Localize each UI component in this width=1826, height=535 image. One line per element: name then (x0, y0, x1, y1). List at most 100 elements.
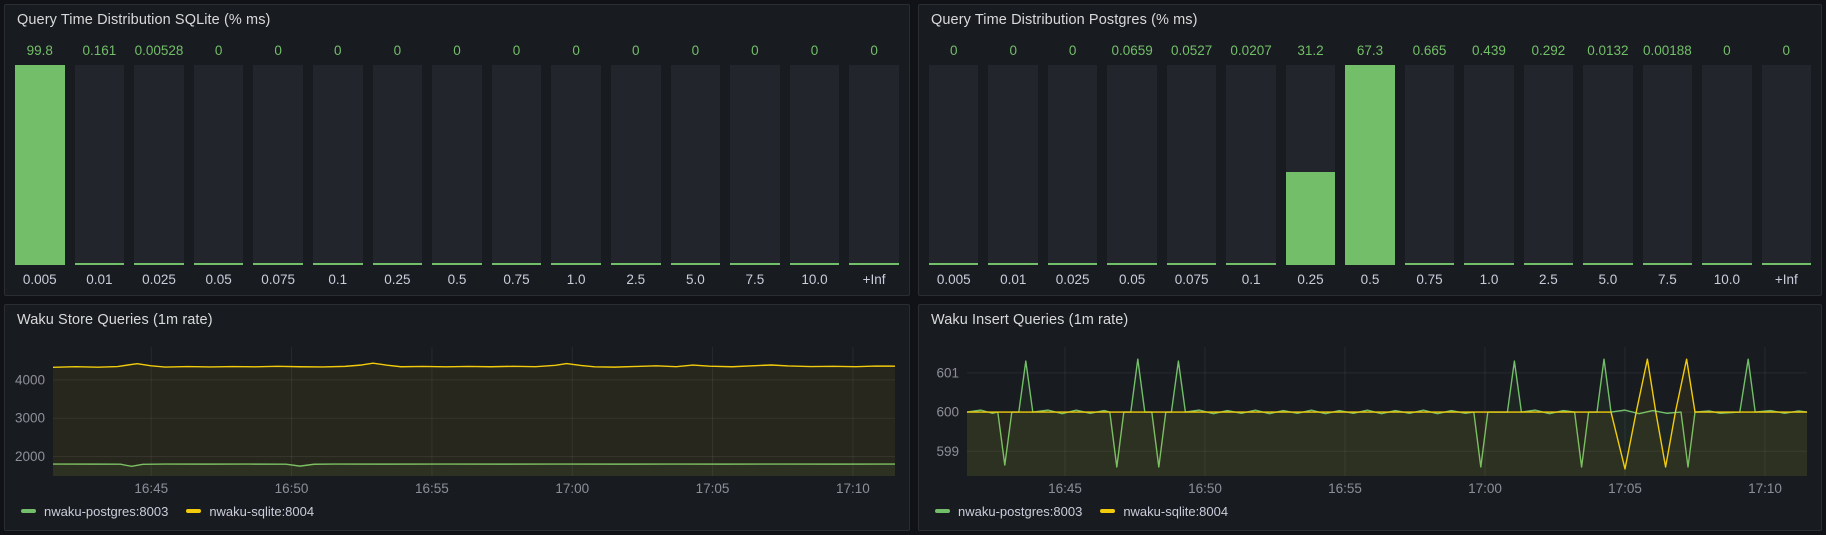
bucket-label: 0.1 (313, 265, 363, 289)
histogram-bar (432, 65, 482, 265)
bar-value-label: 0.0659 (1107, 35, 1156, 65)
time-series-plot[interactable]: 59960060116:4516:5016:5517:0017:0517:10 (919, 335, 1821, 500)
legend-item-nwaku-sqlite:8004[interactable]: nwaku-sqlite:8004 (186, 504, 314, 519)
panel-query-time-distribution-postgres: Query Time Distribution Postgres (% ms) … (918, 4, 1822, 296)
legend-label: nwaku-postgres:8003 (44, 504, 168, 519)
bucket-label: 0.25 (373, 265, 423, 289)
bucket-label: 0.075 (1167, 265, 1216, 289)
x-axis-tick-label: 17:10 (836, 481, 870, 496)
grafana-dashboard: Query Time Distribution SQLite (% ms) 99… (0, 0, 1826, 535)
legend-item-nwaku-postgres:8003[interactable]: nwaku-postgres:8003 (935, 504, 1082, 519)
bar-value-label: 0 (671, 35, 721, 65)
histogram-bar-fill (1583, 263, 1632, 265)
histogram-bar-fill (1643, 263, 1692, 265)
legend-item-nwaku-postgres:8003[interactable]: nwaku-postgres:8003 (21, 504, 168, 519)
panel-title-postgres-histogram[interactable]: Query Time Distribution Postgres (% ms) (919, 5, 1821, 35)
legend-swatch (1100, 509, 1115, 513)
bucket-label: 0.05 (1107, 265, 1156, 289)
bar-value-label: 0 (611, 35, 661, 65)
bar-value-label: 0.0132 (1583, 35, 1632, 65)
x-axis-tick-label: 17:00 (555, 481, 589, 496)
histogram-bar (75, 65, 125, 265)
bar-value-label: 0 (492, 35, 542, 65)
panel-title-sqlite-histogram[interactable]: Query Time Distribution SQLite (% ms) (5, 5, 909, 35)
series-area-nwaku-sqlite:8004 (967, 359, 1807, 476)
x-axis-tick-label: 17:05 (1608, 481, 1642, 496)
bar-value-label: 0 (253, 35, 303, 65)
histogram-bucket: 0.05270.075 (1167, 35, 1216, 289)
x-axis-tick-label: 17:00 (1468, 481, 1502, 496)
panel-title-store-queries[interactable]: Waku Store Queries (1m rate) (5, 305, 909, 335)
x-axis-tick-label: 16:50 (275, 481, 309, 496)
bar-value-label: 0 (373, 35, 423, 65)
bar-value-label: 67.3 (1345, 35, 1394, 65)
legend-item-nwaku-sqlite:8004[interactable]: nwaku-sqlite:8004 (1100, 504, 1228, 519)
insert-queries-chart[interactable]: 59960060116:4516:5016:5517:0017:0517:10 (919, 335, 1821, 500)
y-axis-tick-label: 2000 (15, 449, 45, 464)
histogram-bucket: 00.75 (492, 35, 542, 289)
histogram-bar (1167, 65, 1216, 265)
bucket-label: 0.75 (492, 265, 542, 289)
histogram-bucket: 00.25 (373, 35, 423, 289)
bar-value-label: 0 (1762, 35, 1811, 65)
bucket-label: 2.5 (1524, 265, 1573, 289)
bucket-label: 10.0 (1702, 265, 1751, 289)
x-axis-tick-label: 17:10 (1748, 481, 1782, 496)
bucket-label: 0.005 (15, 265, 65, 289)
histogram-bar-fill (790, 263, 840, 265)
legend-label: nwaku-sqlite:8004 (209, 504, 314, 519)
panel-title-insert-queries[interactable]: Waku Insert Queries (1m rate) (919, 305, 1821, 335)
legend-swatch (21, 509, 36, 513)
histogram-bucket: 010.0 (1702, 35, 1751, 289)
y-axis-tick-label: 3000 (15, 411, 45, 426)
histogram-bar-fill (492, 263, 542, 265)
bar-value-label: 0 (194, 35, 244, 65)
bucket-label: 0.5 (432, 265, 482, 289)
histogram-bucket: 07.5 (730, 35, 780, 289)
bucket-label: 7.5 (1643, 265, 1692, 289)
bucket-label: 0.005 (929, 265, 978, 289)
bar-value-label: 0 (849, 35, 899, 65)
histogram-bucket: 67.3 0.5 (1345, 35, 1394, 289)
time-series-plot[interactable]: 20003000400016:4516:5016:5517:0017:0517:… (5, 335, 909, 500)
x-axis-tick-label: 17:05 (696, 481, 730, 496)
histogram-bar (1405, 65, 1454, 265)
bucket-label: 0.01 (988, 265, 1037, 289)
histogram-bar-fill (1048, 263, 1097, 265)
bar-value-label: 0.0207 (1226, 35, 1275, 65)
histogram-bucket: 0.6650.75 (1405, 35, 1454, 289)
histogram-bar (194, 65, 244, 265)
bucket-label: 0.025 (134, 265, 184, 289)
histogram-bar (253, 65, 303, 265)
histogram-bar-fill (1524, 263, 1573, 265)
histogram-bar (1226, 65, 1275, 265)
histogram-bucket: 01.0 (551, 35, 601, 289)
histogram-bar (1643, 65, 1692, 265)
bar-value-label: 0 (730, 35, 780, 65)
histogram-bar (929, 65, 978, 265)
insert-queries-legend: nwaku-postgres:8003 nwaku-sqlite:8004 (919, 500, 1821, 530)
histogram-bar-fill (551, 263, 601, 265)
bucket-label: 10.0 (790, 265, 840, 289)
histogram-bar (1345, 65, 1394, 265)
histogram-bar (790, 65, 840, 265)
panel-waku-insert-queries: Waku Insert Queries (1m rate) 5996006011… (918, 304, 1822, 531)
bar-value-label: 0.292 (1524, 35, 1573, 65)
legend-label: nwaku-postgres:8003 (958, 504, 1082, 519)
histogram-bar-fill (1286, 172, 1335, 265)
histogram-bar (134, 65, 184, 265)
bucket-label: 5.0 (671, 265, 721, 289)
bucket-label: 2.5 (611, 265, 661, 289)
y-axis-tick-label: 4000 (15, 372, 45, 387)
histogram-bucket: 0.01325.0 (1583, 35, 1632, 289)
bucket-label: 0.5 (1345, 265, 1394, 289)
histogram-bar-fill (1167, 263, 1216, 265)
bar-value-label: 31.2 (1286, 35, 1335, 65)
histogram-bar-fill (1702, 263, 1751, 265)
bar-value-label: 0.00528 (134, 35, 184, 65)
bar-value-label: 0 (313, 35, 363, 65)
histogram-bucket: 0.001887.5 (1643, 35, 1692, 289)
histogram-bar-fill (1464, 263, 1513, 265)
store-queries-chart[interactable]: 20003000400016:4516:5016:5517:0017:0517:… (5, 335, 909, 500)
histogram-bucket: 0.0659 0.05 (1107, 35, 1156, 289)
